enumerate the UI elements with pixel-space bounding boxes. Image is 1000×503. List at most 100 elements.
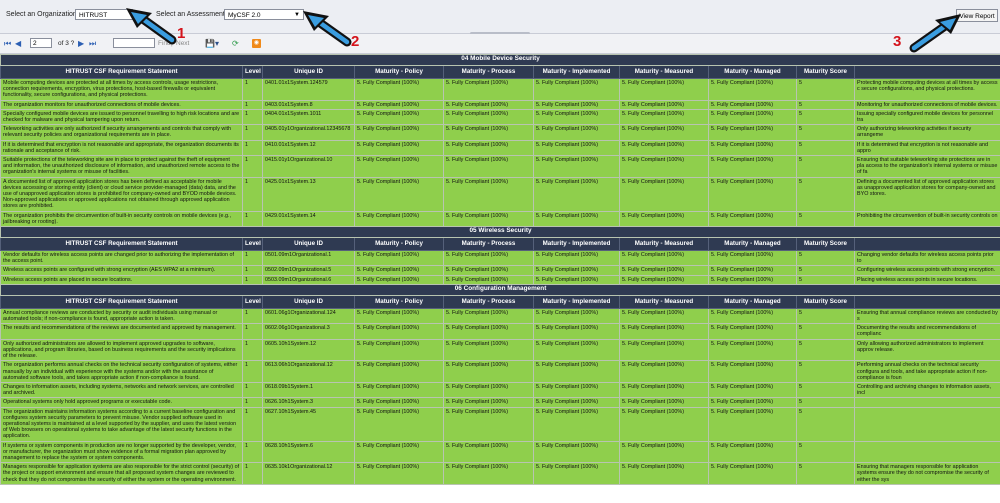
cell-uid: 0501.09m1Organizational.1 [262,250,355,267]
cell-process: 5. Fully Compliant (100%) [443,406,534,442]
cell-score: 5 [796,78,855,101]
cell-policy: 5. Fully Compliant (100%) [354,99,444,110]
cell-level: 1 [242,250,263,267]
cell-measured: 5. Fully Compliant (100%) [619,124,709,141]
find-input[interactable] [113,38,155,48]
table-row: The organization prohibits the circumven… [0,210,1000,228]
cell-score: 5 [796,307,855,325]
cell-implemented: 5. Fully Compliant (100%) [533,360,620,383]
cell-process: 5. Fully Compliant (100%) [443,210,534,228]
cell-policy: 5. Fully Compliant (100%) [354,210,444,228]
cell-score: 5 [796,440,855,464]
cell-score: 5 [796,250,855,267]
column-header: Maturity Score [796,65,855,79]
cell-score: 5 [796,108,855,126]
cell-measured: 5. Fully Compliant (100%) [619,338,709,362]
cell-score: 5 [796,323,855,340]
column-header: Maturity - Policy [354,237,444,252]
column-header: Maturity - Measured [619,237,709,252]
cell-policy: 5. Fully Compliant (100%) [354,78,444,101]
cell-policy: 5. Fully Compliant (100%) [354,274,444,285]
cell-score: 5 [796,210,855,228]
cell-uid: 0429.01x1System.14 [262,210,355,228]
cell-process: 5. Fully Compliant (100%) [443,99,534,110]
cell-uid: 0425.01x1System.13 [262,176,355,212]
first-page-icon[interactable]: ⏮ [4,39,11,48]
cell-process: 5. Fully Compliant (100%) [443,250,534,267]
table-row: Suitable protections of the teleworking … [0,155,1000,178]
cell-score: 5 [796,406,855,442]
cell-score: 5 [796,99,855,110]
cell-managed: 5. Fully Compliant (100%) [708,406,797,442]
column-header [853,65,1000,79]
cell-measured: 5. Fully Compliant (100%) [619,307,709,325]
cell-managed: 5. Fully Compliant (100%) [708,360,797,383]
cell-implemented: 5. Fully Compliant (100%) [533,440,620,464]
cell-statement: Teleworking activities are only authoriz… [0,124,243,141]
assessment-select[interactable]: MyCSF 2.0 ▼ [224,9,304,20]
export-icon[interactable]: 💾▾ [205,39,219,48]
cell-extra: Only allowing authorized administrators … [853,338,1000,362]
column-header: Maturity - Measured [619,294,709,309]
section-header-row: 04 Mobile Device Security [0,54,1000,66]
column-header: HITRUST CSF Requirement Statement [0,65,243,79]
table-row: Only authorized administrators are allow… [0,338,1000,362]
cell-extra: Prohibiting the circumvention of built-i… [853,210,1000,228]
rss-feed-icon[interactable]: ◉ [252,39,261,48]
column-header: Maturity - Policy [354,294,444,309]
cell-implemented: 5. Fully Compliant (100%) [533,99,620,110]
cell-process: 5. Fully Compliant (100%) [443,360,534,383]
cell-managed: 5. Fully Compliant (100%) [708,265,797,276]
cell-managed: 5. Fully Compliant (100%) [708,381,797,399]
cell-statement: Operational systems only hold approved p… [0,397,243,408]
cell-managed: 5. Fully Compliant (100%) [708,139,797,157]
cell-statement: Wireless access points are configured wi… [0,265,243,276]
cell-managed: 5. Fully Compliant (100%) [708,307,797,325]
cell-measured: 5. Fully Compliant (100%) [619,176,709,212]
section-title: 04 Mobile Device Security [0,54,1000,66]
cell-policy: 5. Fully Compliant (100%) [354,124,444,141]
cell-process: 5. Fully Compliant (100%) [443,124,534,141]
table-row: Annual compliance reviews are conducted … [0,307,1000,325]
view-report-button[interactable]: View Report [956,9,998,22]
cell-statement: The organization prohibits the circumven… [0,210,243,228]
cell-level: 1 [242,265,263,276]
table-row: Wireless access points are configured wi… [0,265,1000,276]
cell-score: 5 [796,124,855,141]
page-count: of 3 ? [58,40,75,47]
cell-statement: Changes to information assets, including… [0,381,243,399]
cell-process: 5. Fully Compliant (100%) [443,323,534,340]
column-header: Unique ID [262,237,355,252]
cell-measured: 5. Fully Compliant (100%) [619,155,709,178]
cell-extra [853,397,1000,408]
cell-managed: 5. Fully Compliant (100%) [708,155,797,178]
page-number-input[interactable]: 2 [30,38,52,48]
next-page-icon[interactable]: ▶ [78,39,84,48]
organization-select[interactable]: HITRUST [75,9,133,20]
cell-implemented: 5. Fully Compliant (100%) [533,78,620,101]
cell-level: 1 [242,274,263,285]
cell-policy: 5. Fully Compliant (100%) [354,360,444,383]
cell-extra: If it is determined that encryption is n… [853,139,1000,157]
column-header [853,237,1000,252]
previous-page-icon[interactable]: ◀ [15,39,21,48]
cell-policy: 5. Fully Compliant (100%) [354,155,444,178]
cell-process: 5. Fully Compliant (100%) [443,139,534,157]
refresh-icon[interactable]: ⟳ [232,39,239,48]
cell-process: 5. Fully Compliant (100%) [443,462,534,485]
cell-uid: 0613.06h1Organizational.12 [262,360,355,383]
cell-managed: 5. Fully Compliant (100%) [708,176,797,212]
cell-managed: 5. Fully Compliant (100%) [708,99,797,110]
cell-managed: 5. Fully Compliant (100%) [708,440,797,464]
column-header-row: HITRUST CSF Requirement Statement Level Un… [0,237,1000,252]
cell-process: 5. Fully Compliant (100%) [443,440,534,464]
report-body: 04 Mobile Device Security HITRUST CSF Req… [0,54,1000,503]
cell-statement: If it is determined that encryption is n… [0,139,243,157]
cell-level: 1 [242,307,263,325]
last-page-icon[interactable]: ⏭ [89,39,96,48]
cell-extra: Monitoring for unauthorized connections … [853,99,1000,110]
cell-measured: 5. Fully Compliant (100%) [619,381,709,399]
cell-score: 5 [796,139,855,157]
find-link[interactable]: Find [158,40,171,47]
cell-extra: Documenting the results and recommendati… [853,323,1000,340]
